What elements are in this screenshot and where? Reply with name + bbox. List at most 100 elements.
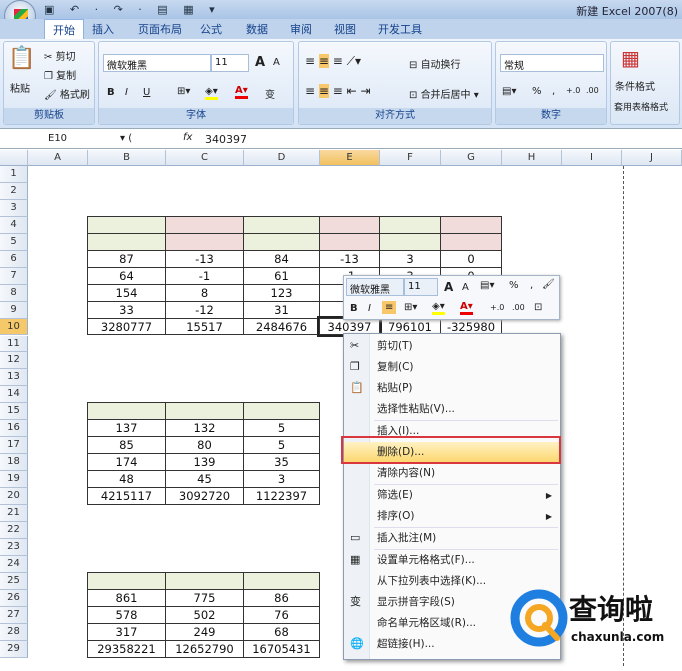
header-cell[interactable] — [319, 232, 380, 251]
row-header-5[interactable]: 5 — [0, 233, 28, 251]
tab-7[interactable]: 开发工具 — [378, 21, 422, 37]
row-header-9[interactable]: 9 — [0, 301, 28, 319]
header-cell[interactable] — [87, 402, 166, 421]
row-header-15[interactable]: 15 — [0, 403, 28, 421]
menu-item-1[interactable]: ❐ 复制(C) — [344, 357, 560, 378]
cell-B26[interactable]: 861 — [87, 588, 166, 607]
row-header-24[interactable]: 24 — [0, 555, 28, 573]
cell-D8[interactable]: 123 — [243, 283, 320, 302]
cell-D18[interactable]: 35 — [243, 453, 320, 472]
column-header-E[interactable]: E — [320, 150, 380, 166]
row-header-17[interactable]: 17 — [0, 437, 28, 455]
header-cell[interactable] — [379, 215, 441, 234]
column-header-I[interactable]: I — [562, 150, 622, 166]
cell-D26[interactable]: 86 — [243, 588, 320, 607]
row-header-28[interactable]: 28 — [0, 623, 28, 641]
italic-button[interactable]: I — [125, 87, 128, 98]
cell-C6[interactable]: -13 — [165, 249, 244, 268]
mini-merge-icon[interactable]: ⊡ — [534, 302, 542, 313]
tab-2[interactable]: 页面布局 — [138, 21, 182, 37]
cell-B29[interactable]: 29358221 — [87, 639, 166, 658]
row-header-6[interactable]: 6 — [0, 250, 28, 268]
increase-decimal-button[interactable]: +.0 — [566, 86, 580, 95]
row-header-29[interactable]: 29 — [0, 640, 28, 658]
cell-B16[interactable]: 137 — [87, 419, 166, 438]
cell-B9[interactable]: 33 — [87, 300, 166, 319]
mini-shrink-font[interactable]: A — [462, 282, 469, 293]
header-cell[interactable] — [243, 232, 320, 251]
cell-D9[interactable]: 31 — [243, 300, 320, 319]
cell-B17[interactable]: 85 — [87, 436, 166, 455]
cell-C19[interactable]: 45 — [165, 470, 244, 489]
copy-button[interactable]: ❐ 复制 — [44, 67, 76, 82]
column-header-A[interactable]: A — [28, 150, 88, 166]
font-size-select[interactable]: 11 — [211, 54, 249, 72]
header-cell[interactable] — [87, 215, 166, 234]
cell-D10[interactable]: 2484676 — [243, 317, 320, 336]
cell-B8[interactable]: 154 — [87, 283, 166, 302]
insert-function-button[interactable]: fx — [183, 132, 192, 143]
cell-D6[interactable]: 84 — [243, 249, 320, 268]
wrap-text-button[interactable]: ⊟ 自动换行 — [409, 56, 461, 71]
header-cell[interactable] — [87, 232, 166, 251]
quick-access-toolbar[interactable]: ▣ ↶ · ↷ · ▤ ▦ ▾ — [44, 3, 221, 16]
merge-center-button[interactable]: ⊡ 合并后居中 ▾ — [409, 86, 479, 101]
mini-decrease-decimal[interactable]: .00 — [512, 303, 525, 312]
mini-percent[interactable]: % — [509, 280, 519, 291]
tab-5[interactable]: 审阅 — [290, 21, 312, 37]
cell-B19[interactable]: 48 — [87, 470, 166, 489]
cell-B10[interactable]: 3280777 — [87, 317, 166, 336]
cell-C28[interactable]: 249 — [165, 622, 244, 641]
grow-font-button[interactable]: A — [255, 55, 265, 70]
font-name-select[interactable]: 微软雅黑 — [103, 54, 211, 72]
cell-B18[interactable]: 174 — [87, 453, 166, 472]
row-header-22[interactable]: 22 — [0, 521, 28, 539]
header-cell[interactable] — [165, 232, 244, 251]
column-header-D[interactable]: D — [244, 150, 320, 166]
conditional-format-button[interactable]: 条件格式 — [615, 78, 655, 93]
cell-D27[interactable]: 76 — [243, 605, 320, 624]
name-box[interactable]: E10 — [48, 133, 67, 144]
name-box-dropdown-icon[interactable]: ▾ ( — [120, 133, 132, 144]
mini-font-size[interactable]: 11 — [404, 278, 438, 296]
header-cell[interactable] — [440, 215, 502, 234]
tab-0[interactable]: 开始 — [44, 19, 84, 39]
format-painter-button[interactable]: 🖌 格式刷 — [44, 86, 90, 101]
cell-D29[interactable]: 16705431 — [243, 639, 320, 658]
header-cell[interactable] — [243, 215, 320, 234]
header-cell[interactable] — [243, 571, 320, 590]
menu-item-10[interactable]: ▦ 设置单元格格式(F)... — [344, 550, 560, 571]
underline-button[interactable]: U — [143, 87, 150, 98]
cell-B28[interactable]: 317 — [87, 622, 166, 641]
cell-C10[interactable]: 15517 — [165, 317, 244, 336]
tab-4[interactable]: 数据 — [246, 21, 268, 37]
cell-D20[interactable]: 1122397 — [243, 487, 320, 505]
row-header-1[interactable]: 1 — [0, 166, 28, 183]
cell-C9[interactable]: -12 — [165, 300, 244, 319]
fill-color-icon[interactable]: ◈▾ — [205, 86, 218, 100]
header-cell[interactable] — [440, 232, 502, 251]
row-header-4[interactable]: 4 — [0, 216, 28, 234]
phonetic-button[interactable]: 变 — [265, 86, 275, 101]
mini-increase-decimal[interactable]: +.0 — [490, 303, 504, 312]
row-header-18[interactable]: 18 — [0, 454, 28, 472]
cell-D28[interactable]: 68 — [243, 622, 320, 641]
header-cell[interactable] — [165, 215, 244, 234]
cell-F6[interactable]: 3 — [379, 249, 441, 268]
cell-B6[interactable]: 87 — [87, 249, 166, 268]
comma-button[interactable]: , — [552, 86, 555, 97]
mini-comma[interactable]: , — [530, 280, 533, 291]
mini-bold[interactable]: B — [350, 303, 358, 314]
cell-B20[interactable]: 4215117 — [87, 487, 166, 505]
column-header-C[interactable]: C — [166, 150, 244, 166]
cell-C18[interactable]: 139 — [165, 453, 244, 472]
bold-button[interactable]: B — [107, 87, 115, 98]
row-header-11[interactable]: 11 — [0, 335, 28, 353]
cell-C8[interactable]: 8 — [165, 283, 244, 302]
column-header-J[interactable]: J — [622, 150, 682, 166]
row-header-8[interactable]: 8 — [0, 284, 28, 302]
percent-button[interactable]: % — [532, 86, 542, 97]
cell-G6[interactable]: 0 — [440, 249, 502, 268]
column-header-H[interactable]: H — [502, 150, 562, 166]
cell-C29[interactable]: 12652790 — [165, 639, 244, 658]
